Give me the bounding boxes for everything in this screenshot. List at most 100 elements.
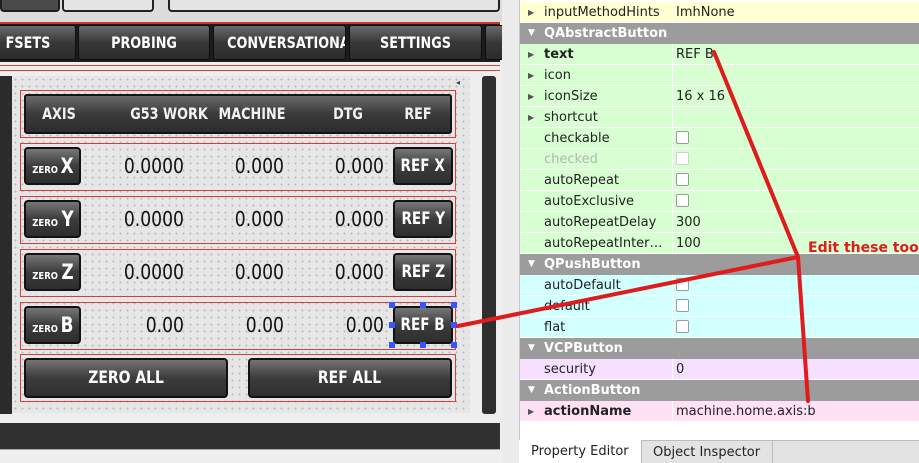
top-button-dark[interactable] bbox=[0, 0, 60, 12]
zero-all-button[interactable]: ZERO ALL bbox=[24, 358, 228, 398]
property-row[interactable]: ▶ shortcut bbox=[520, 107, 919, 128]
tab-label: FSETS bbox=[5, 33, 51, 52]
tab-more[interactable] bbox=[485, 25, 502, 60]
top-button-light[interactable] bbox=[62, 0, 154, 12]
property-checkbox[interactable] bbox=[676, 320, 689, 333]
property-value[interactable] bbox=[672, 170, 919, 191]
property-name: autoDefault bbox=[544, 278, 621, 293]
tab-probing[interactable]: PROBING bbox=[78, 25, 210, 60]
zero-y-button[interactable]: ZERO Y bbox=[24, 200, 81, 238]
property-row[interactable]: flat bbox=[520, 317, 919, 338]
tab-conversational[interactable]: CONVERSATIONAL bbox=[213, 25, 346, 60]
top-bar-frame bbox=[168, 0, 500, 12]
property-value[interactable] bbox=[672, 191, 919, 212]
property-name: checked bbox=[544, 152, 598, 167]
property-checkbox[interactable] bbox=[676, 173, 689, 186]
zero-x-button[interactable]: ZERO X bbox=[24, 147, 81, 185]
property-value[interactable] bbox=[672, 107, 919, 128]
property-row[interactable]: ▶ iconSize 16 x 16 bbox=[520, 86, 919, 107]
property-row[interactable]: ▶ icon bbox=[520, 65, 919, 86]
property-value-text: machine.home.axis:b bbox=[676, 404, 816, 419]
selection-handle[interactable] bbox=[389, 302, 395, 308]
tab-offsets[interactable]: FSETS bbox=[0, 25, 76, 60]
collapse-arrow-icon[interactable]: ▼ bbox=[528, 380, 535, 401]
property-row[interactable]: autoDefault bbox=[520, 275, 919, 296]
property-row[interactable]: ▶ text REF B bbox=[520, 44, 919, 65]
property-name: autoRepeatInter… bbox=[544, 236, 663, 251]
property-section[interactable]: ▼ QAbstractButton bbox=[520, 23, 919, 44]
property-checkbox[interactable] bbox=[676, 299, 689, 312]
annotation-label: Edit these too bbox=[808, 240, 919, 256]
ref-all-button[interactable]: REF ALL bbox=[248, 358, 452, 398]
property-value[interactable] bbox=[672, 149, 919, 170]
form-canvas[interactable]: FSETS PROBING CONVERSATIONAL SETTINGS ◂ … bbox=[0, 0, 502, 463]
zero-z-button[interactable]: ZERO Z bbox=[24, 253, 81, 291]
selection-handle[interactable] bbox=[451, 302, 457, 308]
expand-arrow-icon[interactable]: ▶ bbox=[528, 401, 534, 422]
dtg-b-value: 0.00 bbox=[345, 313, 384, 337]
property-row[interactable]: autoExclusive bbox=[520, 191, 919, 212]
selection-handle[interactable] bbox=[420, 342, 426, 348]
expand-arrow-icon[interactable]: ▶ bbox=[528, 65, 534, 86]
property-checkbox[interactable] bbox=[676, 278, 689, 291]
expand-arrow-icon[interactable]: ▶ bbox=[528, 107, 534, 128]
ref-y-button[interactable]: REF Y bbox=[393, 200, 453, 238]
property-checkbox[interactable] bbox=[676, 194, 689, 207]
property-value[interactable] bbox=[672, 65, 919, 86]
property-row[interactable]: autoRepeatDelay 300 bbox=[520, 212, 919, 233]
property-section[interactable]: ▼ QPushButton bbox=[520, 254, 919, 275]
collapse-arrow-icon[interactable]: ▼ bbox=[528, 254, 535, 275]
ref-z-button[interactable]: REF Z bbox=[393, 253, 453, 291]
property-row[interactable]: security 0 bbox=[520, 359, 919, 380]
property-row[interactable]: ▶ inputMethodHints ImhNone bbox=[520, 2, 919, 23]
property-value[interactable]: 0 bbox=[672, 359, 919, 380]
ref-x-label: REF X bbox=[400, 156, 446, 176]
expand-arrow-icon[interactable]: ▶ bbox=[528, 86, 534, 107]
property-value[interactable]: ImhNone bbox=[672, 2, 919, 23]
property-name: checkable bbox=[544, 131, 610, 146]
property-checkbox[interactable] bbox=[676, 131, 689, 144]
expand-arrow-icon[interactable]: ▶ bbox=[528, 2, 534, 23]
property-section[interactable]: ▼ ActionButton bbox=[520, 380, 919, 401]
zero-b-button[interactable]: ZERO B bbox=[24, 306, 81, 344]
property-value[interactable]: REF B bbox=[672, 44, 919, 65]
right-frame bbox=[482, 76, 496, 414]
collapse-arrow-icon[interactable]: ▼ bbox=[528, 23, 535, 44]
ref-x-button[interactable]: REF X bbox=[393, 147, 453, 185]
property-row[interactable]: default bbox=[520, 296, 919, 317]
tab-settings[interactable]: SETTINGS bbox=[349, 25, 482, 60]
property-name: iconSize bbox=[544, 89, 598, 104]
ref-b-label: REF B bbox=[400, 315, 446, 335]
zero-all-label: ZERO ALL bbox=[88, 368, 164, 388]
selection-handle[interactable] bbox=[451, 322, 457, 328]
selection-handle[interactable] bbox=[451, 342, 457, 348]
property-value[interactable] bbox=[672, 317, 919, 338]
property-section[interactable]: ▼ VCPButton bbox=[520, 338, 919, 359]
property-value[interactable]: machine.home.axis:b bbox=[672, 401, 919, 422]
header-dtg: DTG bbox=[333, 104, 363, 123]
ref-all-label: REF ALL bbox=[318, 368, 382, 388]
tab-label: PROBING bbox=[111, 33, 177, 52]
property-row[interactable]: checkable bbox=[520, 128, 919, 149]
g53-b-value: 0.00 bbox=[145, 313, 184, 337]
property-name: autoRepeatDelay bbox=[544, 215, 657, 230]
selection-handle[interactable] bbox=[389, 342, 395, 348]
property-row[interactable]: autoRepeat bbox=[520, 170, 919, 191]
selection-handle[interactable] bbox=[389, 322, 395, 328]
collapse-arrow-icon[interactable]: ▼ bbox=[528, 338, 535, 359]
scroll-left-icon[interactable]: ◂ bbox=[456, 78, 460, 87]
property-value[interactable]: 16 x 16 bbox=[672, 86, 919, 107]
expand-arrow-icon[interactable]: ▶ bbox=[528, 44, 534, 65]
tab-property-editor[interactable]: Property Editor bbox=[519, 440, 642, 463]
machine-y-value: 0.000 bbox=[234, 207, 284, 231]
property-row[interactable]: checked bbox=[520, 149, 919, 170]
property-value[interactable]: 300 bbox=[672, 212, 919, 233]
tab-object-inspector[interactable]: Object Inspector bbox=[641, 441, 774, 463]
axis-letter: X bbox=[60, 154, 74, 178]
property-value[interactable] bbox=[672, 296, 919, 317]
property-value[interactable] bbox=[672, 275, 919, 296]
property-row[interactable]: ▶ actionName machine.home.axis:b bbox=[520, 401, 919, 422]
ref-b-button[interactable]: REF B bbox=[393, 306, 453, 344]
selection-handle[interactable] bbox=[420, 302, 426, 308]
property-value[interactable] bbox=[672, 128, 919, 149]
